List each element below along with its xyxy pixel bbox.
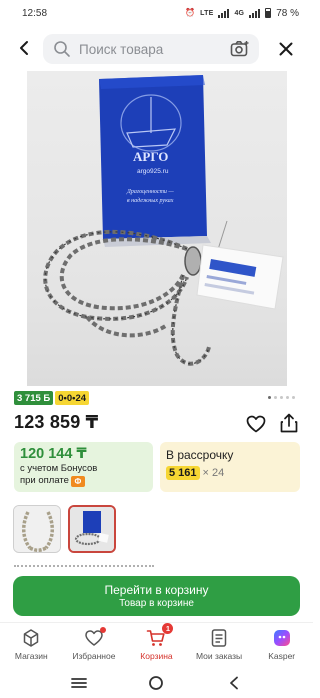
header <box>0 32 313 66</box>
thumbnail-image <box>70 507 114 551</box>
description-preview <box>14 565 154 569</box>
close-icon <box>279 42 293 56</box>
brand-card: АРГО argo925.ru Драгоценности — в надежн… <box>99 75 211 247</box>
brand-name: АРГО <box>133 149 168 164</box>
brand-site: argo925.ru <box>137 168 169 175</box>
thumbnail-selected[interactable] <box>68 505 116 553</box>
go-to-cart-button[interactable]: Перейти в корзину Товар в корзине <box>13 576 300 616</box>
system-nav-bar <box>0 668 313 698</box>
battery-level: 78 % <box>276 7 299 19</box>
camera-search-icon[interactable] <box>229 38 251 60</box>
nav-item-cart[interactable]: 1 Корзина <box>125 623 188 666</box>
signal-2-icon <box>249 8 261 18</box>
nav-label-orders: Мои заказы <box>195 651 243 661</box>
price-tag <box>196 220 284 310</box>
clasp <box>184 246 202 276</box>
thumbnail[interactable] <box>13 505 61 553</box>
cart-icon: 1 <box>145 623 174 648</box>
cart-button-label: Перейти в корзину <box>104 583 209 597</box>
chevron-left-icon <box>230 676 239 690</box>
heart-icon <box>83 627 106 648</box>
gallery-dot[interactable] <box>292 396 295 399</box>
cart-count-badge: 1 <box>162 623 174 634</box>
bonus-price-card[interactable]: 120 144 ₸ с учетом Бонусов при оплате Ф <box>14 442 153 492</box>
favorites-dot <box>99 627 106 633</box>
product-image[interactable]: АРГО argo925.ru Драгоценности — в надежн… <box>27 71 287 386</box>
lte-indicator: LTE <box>200 9 214 17</box>
nav-label-favorites: Избранное <box>72 651 116 661</box>
chain-shadow <box>44 231 210 365</box>
nav-item-kasper[interactable]: Kasper <box>250 623 313 666</box>
back-button[interactable] <box>10 34 38 62</box>
chain-photo: АРГО argo925.ru Драгоценности — в надежн… <box>43 75 284 366</box>
home-button[interactable] <box>141 672 171 694</box>
recent-apps-button[interactable] <box>64 672 94 694</box>
installment-row: 5 161 × 24 <box>166 466 294 480</box>
bonus-payment-text: при оплате <box>20 475 69 486</box>
home-circle-icon <box>149 676 164 690</box>
bonus-caption: с учетом Бонусов <box>20 463 98 474</box>
product-badges: 3 715 Б 0•0•24 <box>14 391 90 405</box>
brand-slogan-2: в надежных руках <box>127 197 174 204</box>
status-time: 12:58 <box>22 7 48 19</box>
nav-item-orders[interactable]: Мои заказы <box>188 623 251 666</box>
kaspi-icon <box>271 628 293 648</box>
product-price: 123 859 ₸ <box>14 412 99 432</box>
kaspi-pay-icon: Ф <box>70 476 85 487</box>
alarm-icon: ⏰ <box>185 8 196 17</box>
installment-badge: 0•0•24 <box>55 391 90 405</box>
close-button[interactable] <box>273 36 299 62</box>
gallery-dot[interactable] <box>274 396 277 399</box>
battery-icon <box>265 8 272 18</box>
nav-label-cart: Корзина <box>140 651 173 661</box>
nav-label-store: Магазин <box>14 651 48 661</box>
gallery-dot[interactable] <box>268 396 271 399</box>
system-back-button[interactable] <box>219 672 249 694</box>
menu-lines-icon <box>70 678 87 688</box>
chain-necklace <box>43 229 211 366</box>
nav-item-favorites[interactable]: Избранное <box>63 623 126 666</box>
gallery-dot[interactable] <box>280 396 283 399</box>
thumbnail-image <box>14 506 60 552</box>
arrow-left-icon <box>20 41 28 55</box>
bonus-price: 120 144 ₸ <box>20 446 87 462</box>
bonus-badge: 3 715 Б <box>14 391 54 405</box>
gallery-dot[interactable] <box>286 396 289 399</box>
nav-label-kasper: Kasper <box>268 651 296 661</box>
status-indicators: ⏰ LTE 4G 78 % <box>185 8 299 19</box>
installment-times: × 24 <box>202 467 225 479</box>
favorite-button[interactable] <box>244 413 268 435</box>
status-bar: 12:58 ⏰ LTE 4G 78 % <box>0 0 313 26</box>
nav-item-store[interactable]: Магазин <box>0 623 63 666</box>
cart-button-sublabel: Товар в корзине <box>119 598 194 609</box>
network-type: 4G <box>234 9 245 17</box>
gallery-dots <box>268 396 295 399</box>
installment-title: В рассрочку <box>166 448 234 462</box>
search-input[interactable] <box>79 41 219 57</box>
bottom-nav: Магазин Избранное 1 Корзина Мои заказы K… <box>0 622 313 666</box>
installment-card[interactable]: В рассрочку 5 161 × 24 <box>160 442 300 492</box>
signal-icon <box>218 8 230 18</box>
brand-slogan-1: Драгоценности — <box>126 189 174 195</box>
heart-icon <box>246 415 266 433</box>
store-icon <box>20 628 42 648</box>
search-icon <box>53 39 73 59</box>
bonus-payment-line: при оплате Ф <box>20 475 147 487</box>
share-button[interactable] <box>277 411 301 435</box>
share-icon <box>280 413 298 433</box>
search-bar[interactable] <box>43 34 259 64</box>
orders-icon <box>208 628 230 648</box>
installment-amount: 5 161 <box>166 466 200 480</box>
